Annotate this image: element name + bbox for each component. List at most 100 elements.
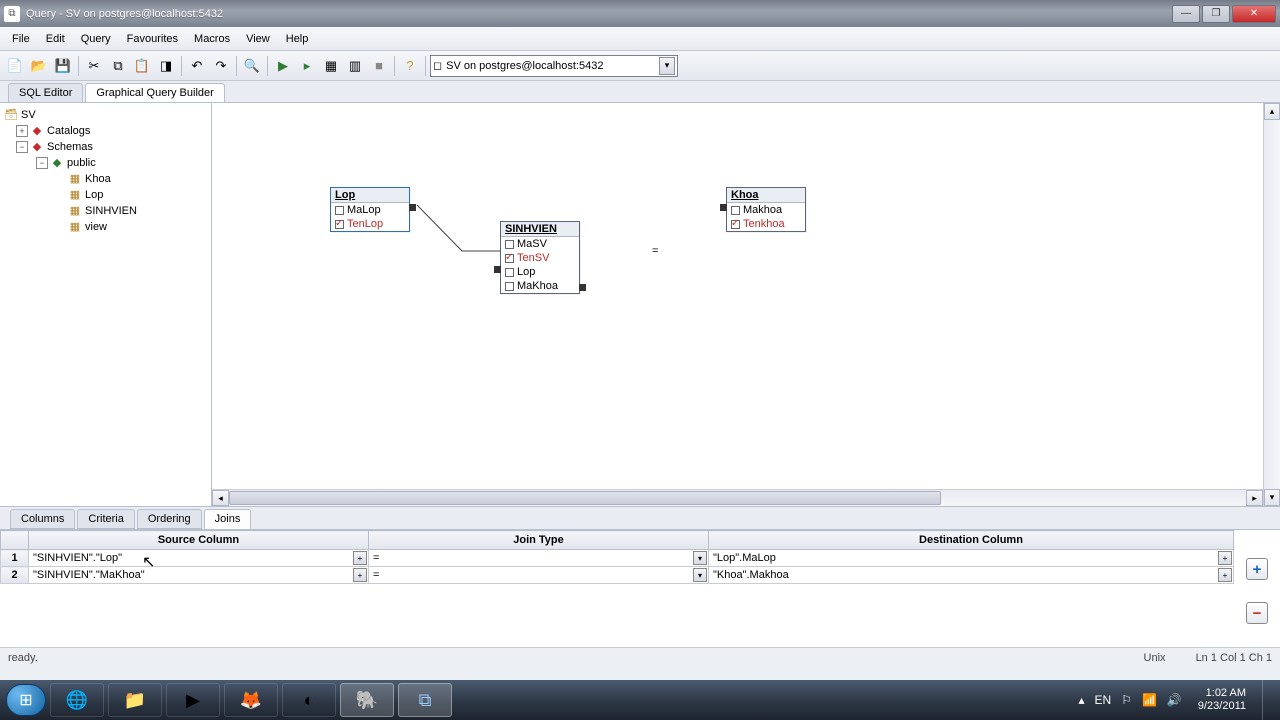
dropdown-icon[interactable]: ▾ xyxy=(693,551,707,565)
cell-jointype[interactable]: =▾ xyxy=(369,550,709,567)
close-button[interactable]: ✕ xyxy=(1232,5,1276,23)
menu-query[interactable]: Query xyxy=(73,30,119,48)
join-port[interactable] xyxy=(579,284,586,291)
explain-icon[interactable]: ▦ xyxy=(320,55,342,77)
tab-criteria[interactable]: Criteria xyxy=(77,509,134,529)
help-icon[interactable]: ? xyxy=(399,55,421,77)
checkbox-icon[interactable] xyxy=(505,282,514,291)
checkbox-icon[interactable] xyxy=(505,268,514,277)
diagram-canvas[interactable]: = Lop MaLop TenLop SINHVIEN MaSV TenSV L… xyxy=(212,103,1280,506)
expand-icon[interactable]: + xyxy=(16,125,28,137)
tray-clock[interactable]: 1:02 AM 9/23/2011 xyxy=(1192,687,1252,713)
connection-dropdown[interactable]: ◻ SV on postgres@localhost:5432 ▾ xyxy=(430,55,678,77)
add-join-button[interactable]: + xyxy=(1246,558,1268,580)
vertical-scrollbar[interactable]: ▴ ▾ xyxy=(1263,103,1280,506)
join-port[interactable] xyxy=(409,204,416,211)
menu-file[interactable]: File xyxy=(4,30,38,48)
join-port[interactable] xyxy=(720,204,727,211)
save-icon[interactable]: 💾 xyxy=(52,55,74,77)
tray-flag-icon[interactable]: ⚐ xyxy=(1121,693,1132,707)
dropdown-icon[interactable]: + xyxy=(1218,568,1232,582)
collapse-icon[interactable]: − xyxy=(36,157,48,169)
maximize-button[interactable]: ❐ xyxy=(1202,5,1230,23)
remove-join-button[interactable]: − xyxy=(1246,602,1268,624)
execute-icon[interactable]: ▶ xyxy=(272,55,294,77)
menu-macros[interactable]: Macros xyxy=(186,30,238,48)
taskbar-media-icon[interactable]: ▶ xyxy=(166,683,220,717)
taskbar[interactable]: ⊞ 🌐 📁 ▶ 🦊 ◐ 🐘 ⧉ ▴ EN ⚐ 📶 🔊 1:02 AM 9/23/… xyxy=(0,680,1280,720)
col-source[interactable]: Source Column xyxy=(29,531,369,550)
minimize-button[interactable]: — xyxy=(1172,5,1200,23)
tree-catalogs[interactable]: Catalogs xyxy=(47,123,90,139)
checkbox-icon[interactable] xyxy=(731,206,740,215)
collapse-icon[interactable]: − xyxy=(16,141,28,153)
tab-ordering[interactable]: Ordering xyxy=(137,509,202,529)
tree-public[interactable]: public xyxy=(67,155,96,171)
chevron-down-icon[interactable]: ▾ xyxy=(659,57,675,75)
join-port[interactable] xyxy=(494,266,501,273)
schema-tree[interactable]: 🗃SV +◆Catalogs −◆Schemas −◆public ▦Khoa … xyxy=(0,103,212,506)
tree-table-view[interactable]: view xyxy=(85,219,107,235)
scroll-up-icon[interactable]: ▴ xyxy=(1264,103,1280,120)
menu-help[interactable]: Help xyxy=(278,30,317,48)
cut-icon[interactable]: ✂ xyxy=(83,55,105,77)
taskbar-explorer-icon[interactable]: 📁 xyxy=(108,683,162,717)
tab-columns[interactable]: Columns xyxy=(10,509,75,529)
cell-dest[interactable]: "Khoa".Makhoa+ xyxy=(709,567,1234,584)
taskbar-pgadmin-icon[interactable]: 🐘 xyxy=(340,683,394,717)
checkbox-checked-icon[interactable] xyxy=(335,220,344,229)
horizontal-scrollbar[interactable]: ◂ ▸ xyxy=(212,489,1263,506)
tray-network-icon[interactable]: 📶 xyxy=(1142,693,1157,707)
copy-icon[interactable]: ⧉ xyxy=(107,55,129,77)
tree-table-khoa[interactable]: Khoa xyxy=(85,171,111,187)
tray-lang[interactable]: EN xyxy=(1095,693,1112,707)
taskbar-eclipse-icon[interactable]: ◐ xyxy=(282,683,336,717)
system-tray[interactable]: ▴ EN ⚐ 📶 🔊 1:02 AM 9/23/2011 xyxy=(1079,680,1275,720)
dropdown-icon[interactable]: + xyxy=(353,568,367,582)
tab-sql-editor[interactable]: SQL Editor xyxy=(8,83,83,102)
dropdown-icon[interactable]: + xyxy=(353,551,367,565)
paste-icon[interactable]: 📋 xyxy=(131,55,153,77)
cell-source[interactable]: "SINHVIEN"."MaKhoa"+ xyxy=(29,567,369,584)
checkbox-checked-icon[interactable] xyxy=(731,220,740,229)
start-button[interactable]: ⊞ xyxy=(6,684,46,716)
find-icon[interactable]: 🔍 xyxy=(241,55,263,77)
scroll-right-icon[interactable]: ▸ xyxy=(1246,490,1263,506)
explain-analyze-icon[interactable]: ▥ xyxy=(344,55,366,77)
titlebar[interactable]: ⧉ Query - SV on postgres@localhost:5432 … xyxy=(0,0,1280,27)
col-destination[interactable]: Destination Column xyxy=(709,531,1234,550)
table-box-khoa[interactable]: Khoa Makhoa Tenkhoa xyxy=(726,187,806,232)
execute-pgscript-icon[interactable]: ▸ xyxy=(296,55,318,77)
checkbox-icon[interactable] xyxy=(505,240,514,249)
joins-grid[interactable]: Source Column Join Type Destination Colu… xyxy=(0,530,1234,647)
tree-root[interactable]: SV xyxy=(21,107,36,123)
open-icon[interactable]: 📂 xyxy=(28,55,50,77)
cell-jointype[interactable]: =▾ xyxy=(369,567,709,584)
cell-source[interactable]: "SINHVIEN"."Lop"+ xyxy=(29,550,369,567)
cancel-icon[interactable]: ■ xyxy=(368,55,390,77)
menu-favourites[interactable]: Favourites xyxy=(119,30,186,48)
clear-icon[interactable]: ◨ xyxy=(155,55,177,77)
scroll-thumb[interactable] xyxy=(229,491,941,505)
tree-table-lop[interactable]: Lop xyxy=(85,187,103,203)
checkbox-checked-icon[interactable] xyxy=(505,254,514,263)
taskbar-ie-icon[interactable]: 🌐 xyxy=(50,683,104,717)
tray-volume-icon[interactable]: 🔊 xyxy=(1167,693,1182,707)
taskbar-app-icon[interactable]: ⧉ xyxy=(398,683,452,717)
tree-table-sinhvien[interactable]: SINHVIEN xyxy=(85,203,137,219)
checkbox-icon[interactable] xyxy=(335,206,344,215)
tree-schemas[interactable]: Schemas xyxy=(47,139,93,155)
menu-view[interactable]: View xyxy=(238,30,278,48)
cell-dest[interactable]: "Lop".MaLop+ xyxy=(709,550,1234,567)
menu-edit[interactable]: Edit xyxy=(38,30,73,48)
dropdown-icon[interactable]: + xyxy=(1218,551,1232,565)
table-box-sinhvien[interactable]: SINHVIEN MaSV TenSV Lop MaKhoa xyxy=(500,221,580,294)
tray-chevron-icon[interactable]: ▴ xyxy=(1079,693,1085,707)
new-icon[interactable]: 📄 xyxy=(4,55,26,77)
undo-icon[interactable]: ↶ xyxy=(186,55,208,77)
tab-joins[interactable]: Joins xyxy=(204,509,252,529)
table-box-lop[interactable]: Lop MaLop TenLop xyxy=(330,187,410,232)
scroll-down-icon[interactable]: ▾ xyxy=(1264,489,1280,506)
dropdown-icon[interactable]: ▾ xyxy=(693,568,707,582)
tab-graphical-query-builder[interactable]: Graphical Query Builder xyxy=(85,83,224,102)
